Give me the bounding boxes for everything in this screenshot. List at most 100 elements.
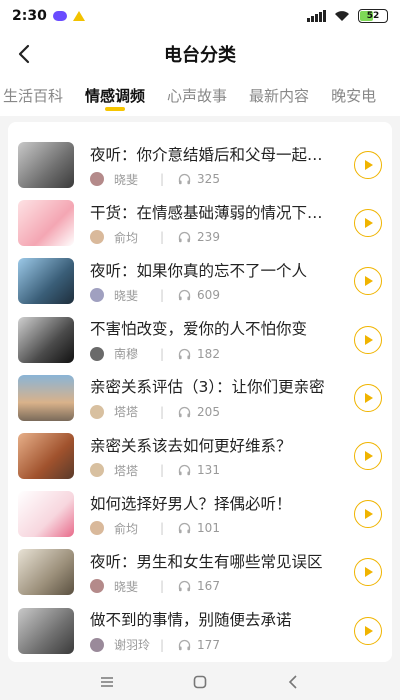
- author-name: 晓斐: [114, 288, 139, 303]
- play-count: 101: [197, 521, 220, 536]
- author-name: 塔塔: [114, 463, 139, 478]
- square-icon: [193, 675, 207, 689]
- play-button[interactable]: [354, 209, 382, 238]
- headphones-icon: [178, 580, 191, 592]
- play-count: 325: [197, 172, 220, 186]
- tab-latest[interactable]: 最新内容: [238, 76, 320, 116]
- play-count: 167: [197, 579, 220, 594]
- play-button[interactable]: [354, 383, 382, 412]
- list-item[interactable]: 夜听：男生和女生有哪些常见误区 晓斐 | 167: [8, 543, 392, 601]
- triangle-back-icon: [289, 675, 297, 689]
- separator: |: [160, 288, 165, 303]
- nav-menu-button[interactable]: [95, 670, 119, 694]
- headphones-icon: [178, 348, 191, 360]
- cover-image: [18, 433, 74, 479]
- play-button[interactable]: [354, 325, 382, 354]
- headphones-icon: [178, 464, 191, 476]
- wifi-icon: [334, 10, 350, 22]
- warning-icon: [72, 11, 85, 21]
- nav-home-button[interactable]: [188, 670, 212, 694]
- author-avatar: [90, 230, 104, 245]
- system-nav-bar: [0, 664, 400, 700]
- tab-life[interactable]: 生活百科: [0, 76, 74, 116]
- play-button[interactable]: [354, 558, 382, 587]
- play-icon: [365, 451, 373, 461]
- author-name: 俞均: [114, 521, 139, 536]
- author-name: 晓斐: [114, 172, 139, 187]
- item-title: 不害怕改变，爱你的人不怕你变: [90, 320, 308, 339]
- author-avatar: [90, 521, 104, 536]
- back-button[interactable]: [8, 38, 40, 70]
- headphones-icon: [178, 406, 191, 418]
- status-time: 2:30: [12, 8, 47, 24]
- play-icon: [365, 276, 373, 287]
- separator: |: [160, 521, 165, 536]
- headphones-icon: [178, 231, 191, 243]
- item-title: 做不到的事情，别随便去承诺: [90, 611, 292, 630]
- item-title: 如何选择好男人？择偶必听！: [90, 494, 292, 513]
- separator: |: [160, 579, 165, 594]
- play-icon: [365, 625, 373, 636]
- headphones-icon: [178, 522, 191, 534]
- list-item[interactable]: 做不到的事情，别随便去承诺 谢羽玲 | 177: [8, 602, 392, 660]
- headphones-icon: [178, 639, 191, 651]
- play-count: 182: [197, 346, 220, 361]
- cover-image: [18, 258, 74, 305]
- nav-back-button[interactable]: [281, 670, 305, 694]
- item-title: 亲密关系评估（3）：让你们更亲密: [90, 378, 325, 397]
- list-item[interactable]: 亲密关系该去如何更好维系？ 塔塔 | 131: [8, 427, 392, 485]
- item-title: 夜听：男生和女生有哪些常见误区: [90, 552, 323, 571]
- separator: |: [160, 346, 165, 361]
- tab-goodnight[interactable]: 晚安电: [320, 76, 387, 116]
- author-avatar: [90, 288, 104, 303]
- play-button[interactable]: [354, 500, 382, 529]
- play-count: 609: [197, 288, 220, 303]
- cover-image: [18, 549, 74, 596]
- play-icon: [365, 567, 373, 578]
- tab-stories[interactable]: 心声故事: [156, 76, 238, 116]
- author-avatar: [90, 637, 104, 652]
- play-icon: [365, 509, 373, 520]
- signal-icon: [307, 10, 326, 22]
- author-avatar: [90, 579, 104, 594]
- cover-image: [18, 607, 74, 654]
- list-item[interactable]: 如何选择好男人？择偶必听！ 俞均 | 101: [8, 485, 392, 543]
- author-name: 谢羽玲: [114, 638, 151, 653]
- play-icon: [365, 392, 373, 403]
- app-notification-icon: [52, 11, 67, 21]
- battery-icon: 52: [358, 9, 388, 23]
- list-item[interactable]: 干货：在情感基础薄弱的情况下结婚 俞均 | 239: [8, 194, 392, 252]
- separator: |: [160, 463, 165, 477]
- cover-image: [18, 316, 74, 363]
- separator: |: [160, 637, 165, 652]
- headphones-icon: [178, 289, 191, 301]
- category-tabs: 生活百科 情感调频 心声故事 最新内容 晚安电: [0, 76, 400, 116]
- author-avatar: [90, 404, 104, 419]
- author-avatar: [90, 346, 104, 361]
- cover-image: [18, 374, 74, 421]
- list-item[interactable]: 不害怕改变，爱你的人不怕你变 南穆 | 182: [8, 311, 392, 369]
- menu-icon: [100, 677, 113, 687]
- author-avatar: [90, 463, 104, 477]
- play-icon: [365, 334, 373, 345]
- list-item[interactable]: 夜听：你介意结婚后和父母一起住吗？ 晓斐 | 325: [8, 136, 392, 194]
- play-count: 177: [197, 637, 220, 652]
- cover-image: [18, 200, 74, 247]
- item-title: 亲密关系该去如何更好维系？: [90, 436, 292, 455]
- play-icon: [365, 160, 373, 170]
- play-count: 239: [197, 230, 220, 245]
- play-button[interactable]: [354, 442, 382, 470]
- play-button[interactable]: [354, 151, 382, 179]
- cover-image: [18, 491, 74, 538]
- item-title: 夜听：如果你真的忘不了一个人: [90, 261, 308, 280]
- play-button[interactable]: [354, 267, 382, 296]
- separator: |: [160, 230, 165, 245]
- list-item[interactable]: 亲密关系评估（3）：让你们更亲密 塔塔 | 205: [8, 369, 392, 427]
- tab-emotion[interactable]: 情感调频: [74, 76, 156, 116]
- battery-level: 52: [366, 11, 380, 21]
- list-item[interactable]: 夜听：如果你真的忘不了一个人 晓斐 | 609: [8, 252, 392, 310]
- status-bar: 2:30 52: [0, 0, 400, 32]
- author-name: 南穆: [114, 347, 139, 362]
- play-icon: [365, 218, 373, 229]
- play-button[interactable]: [354, 616, 382, 645]
